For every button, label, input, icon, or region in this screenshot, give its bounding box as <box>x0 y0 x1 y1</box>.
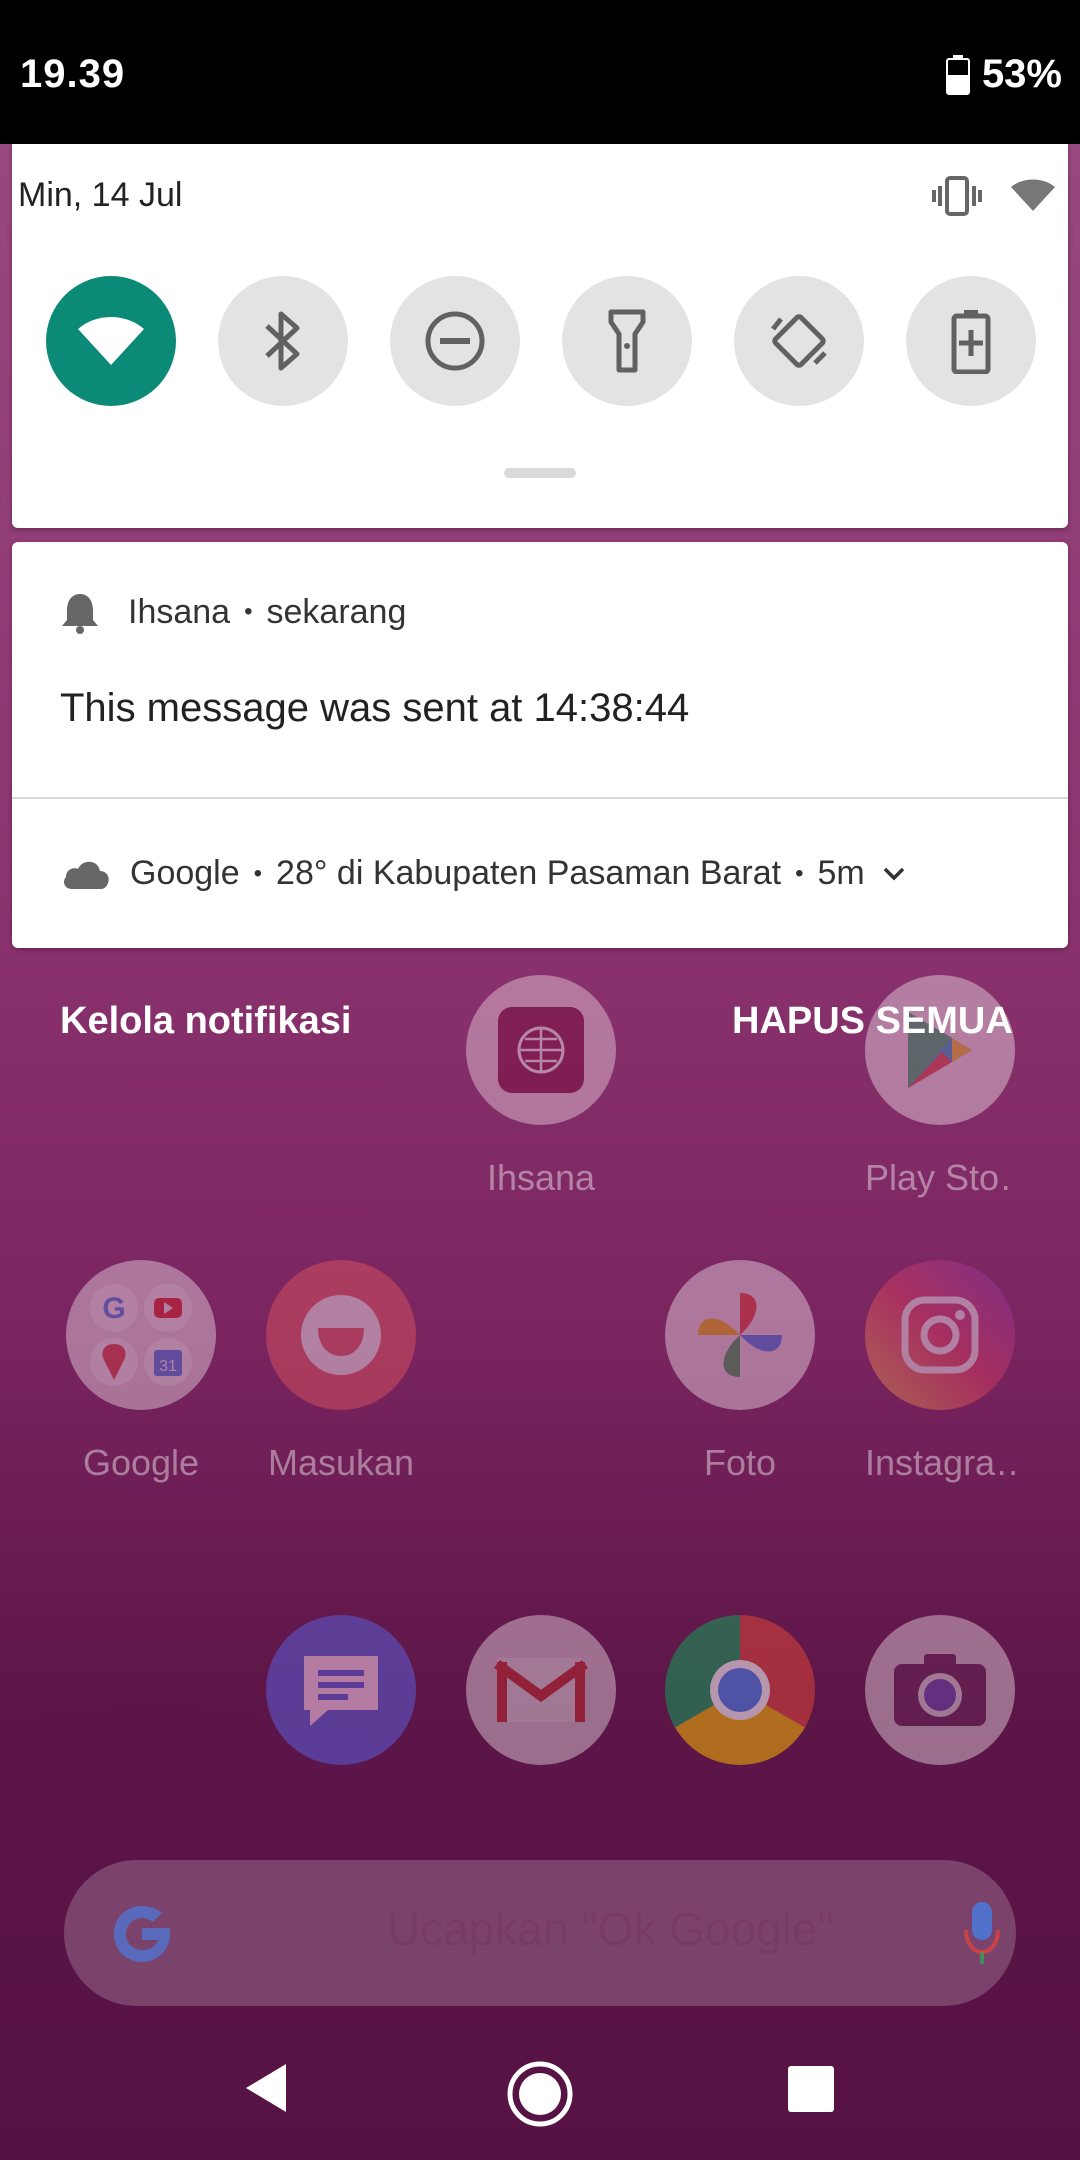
flashlight-tile[interactable] <box>562 276 692 406</box>
vibrate-icon <box>932 176 982 216</box>
app-foto[interactable]: Foto <box>665 1260 815 1484</box>
wifi-tile[interactable] <box>46 276 176 406</box>
clear-all-button[interactable]: HAPUS SEMUA <box>732 1000 1013 1043</box>
instagram-icon <box>865 1260 1015 1410</box>
date-label: Min, 14 Jul <box>18 176 183 214</box>
app-label: Foto <box>703 1442 777 1483</box>
battery-icon <box>945 54 970 95</box>
photos-pinwheel-icon <box>665 1260 815 1410</box>
home-icon[interactable] <box>506 2060 574 2128</box>
app-masukan[interactable]: Masukan <box>266 1260 416 1484</box>
battery-saver-icon <box>951 310 991 374</box>
notification-app-name: Ihsana <box>128 592 231 631</box>
chrome-icon <box>665 1615 815 1765</box>
quick-settings-panel: Min, 14 Jul <box>12 144 1068 528</box>
gmail-icon <box>466 1615 616 1765</box>
clock: 19.39 <box>20 52 126 96</box>
battery-indicator: 53% <box>945 52 1062 97</box>
wifi-status-icon <box>1011 179 1055 211</box>
bluetooth-icon <box>265 311 300 371</box>
app-label: Ihsana <box>486 1157 596 1198</box>
app-label: Google <box>82 1442 200 1483</box>
messages-icon <box>266 1615 416 1765</box>
play-store-icon <box>865 975 1015 1125</box>
battery-saver-tile[interactable] <box>906 276 1036 406</box>
manage-notifications-button[interactable]: Kelola notifikasi <box>60 1000 351 1043</box>
status-bar: 19.39 53% <box>0 0 1080 144</box>
ihsana-app-icon <box>466 975 616 1125</box>
battery-percent: 53% <box>981 52 1062 96</box>
notification-ihsana-header[interactable]: Ihsana • sekarang <box>60 590 406 634</box>
google-search-bar[interactable]: Ucapkan "Ok Google" <box>64 1860 1016 2006</box>
cloud-icon <box>64 861 109 889</box>
do-not-disturb-tile[interactable] <box>390 276 520 406</box>
app-ihsana[interactable]: Ihsana <box>466 975 616 1199</box>
svg-text:31: 31 <box>159 1358 177 1375</box>
panel-drag-handle[interactable] <box>504 468 576 478</box>
app-instagram[interactable]: Instagra… <box>865 1260 1015 1484</box>
auto-rotate-icon <box>771 314 827 368</box>
app-chrome[interactable] <box>665 1615 815 1765</box>
notification-message[interactable]: This message was sent at 14:38:44 <box>60 686 689 731</box>
search-hint: Ucapkan "Ok Google" <box>387 1903 834 1955</box>
app-camera[interactable] <box>865 1615 1015 1765</box>
camera-icon <box>865 1615 1015 1765</box>
app-label: Instagra… <box>865 1442 1015 1483</box>
notification-time: sekarang <box>266 592 407 631</box>
chevron-down-icon[interactable] <box>883 867 905 881</box>
back-icon[interactable] <box>244 2062 288 2114</box>
wifi-icon <box>78 317 144 365</box>
google-folder-icon: G 31 <box>66 1260 216 1410</box>
feedback-app-icon <box>266 1260 416 1410</box>
app-gmail[interactable] <box>466 1615 616 1765</box>
bluetooth-tile[interactable] <box>218 276 348 406</box>
flashlight-icon <box>608 309 646 373</box>
svg-text:G: G <box>102 1292 125 1325</box>
weather-summary: 28° di Kabupaten Pasaman Barat <box>276 854 782 892</box>
do-not-disturb-icon <box>425 311 485 371</box>
divider <box>12 797 1068 799</box>
microphone-icon[interactable] <box>964 1900 1000 1966</box>
app-messages[interactable] <box>266 1615 416 1765</box>
notification-time: 5m <box>817 854 865 892</box>
app-label: Play Sto… <box>865 1157 1015 1198</box>
navigation-bar <box>0 2010 1080 2160</box>
app-google-folder[interactable]: G 31 Google <box>66 1260 216 1484</box>
notification-card: Ihsana • sekarang This message was sent … <box>12 542 1068 948</box>
notification-app-name: Google <box>130 854 240 892</box>
auto-rotate-tile[interactable] <box>734 276 864 406</box>
bell-icon <box>62 594 98 634</box>
notification-google-weather[interactable]: Google • 28° di Kabupaten Pasaman Barat … <box>60 854 905 893</box>
google-g-icon <box>114 1906 170 1962</box>
recents-icon[interactable] <box>788 2066 834 2112</box>
app-label: Masukan <box>267 1442 415 1483</box>
